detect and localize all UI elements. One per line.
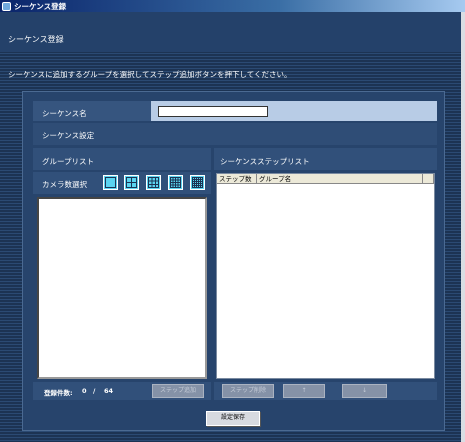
page-header: シーケンス登録 [0,12,461,52]
registered-count-current: 0 [82,387,87,395]
step-list-label: シーケンスステップリスト [220,157,310,166]
group-listbox[interactable] [37,197,207,379]
step-listbox[interactable]: ステップ数 グループ名 [216,173,435,379]
column-header-group-name[interactable]: グループ名 [257,174,423,184]
window-title: シーケンス登録 [14,1,67,11]
instruction-text: シーケンスに追加するグループを選択してステップ追加ボタンを押下してください。 [8,70,292,79]
group-list-label: グループリスト [42,157,95,166]
window-title-bar[interactable]: シーケンス登録 [0,0,465,12]
move-down-button[interactable]: ↓ [342,384,387,398]
window-edge [461,12,465,442]
16-split-icon[interactable] [168,175,183,190]
36-split-icon[interactable] [190,175,205,190]
9-split-icon[interactable] [146,175,161,190]
1-screen-icon[interactable] [103,175,118,190]
camera-count-label: カメラ数選択 [42,180,87,189]
column-header-filler [423,174,434,184]
sequence-name-label: シーケンス名 [42,109,87,118]
sequence-name-input[interactable] [158,106,268,117]
app-icon [2,1,11,11]
4-split-icon[interactable] [124,175,139,190]
column-header-step-count[interactable]: ステップ数 [217,174,257,184]
delete-step-button[interactable]: ステップ削除 [222,384,274,398]
registered-count-max: 64 [104,387,114,395]
registered-count-separator: / [93,387,96,395]
page-title: シーケンス登録 [8,35,64,44]
sequence-setting-label: シーケンス設定 [42,131,95,140]
save-settings-button[interactable]: 設定保存 [206,411,260,426]
add-step-button[interactable]: ステップ追加 [152,384,204,398]
registered-count-label: 登録件数: [44,389,73,397]
move-up-button[interactable]: ↑ [283,384,325,398]
